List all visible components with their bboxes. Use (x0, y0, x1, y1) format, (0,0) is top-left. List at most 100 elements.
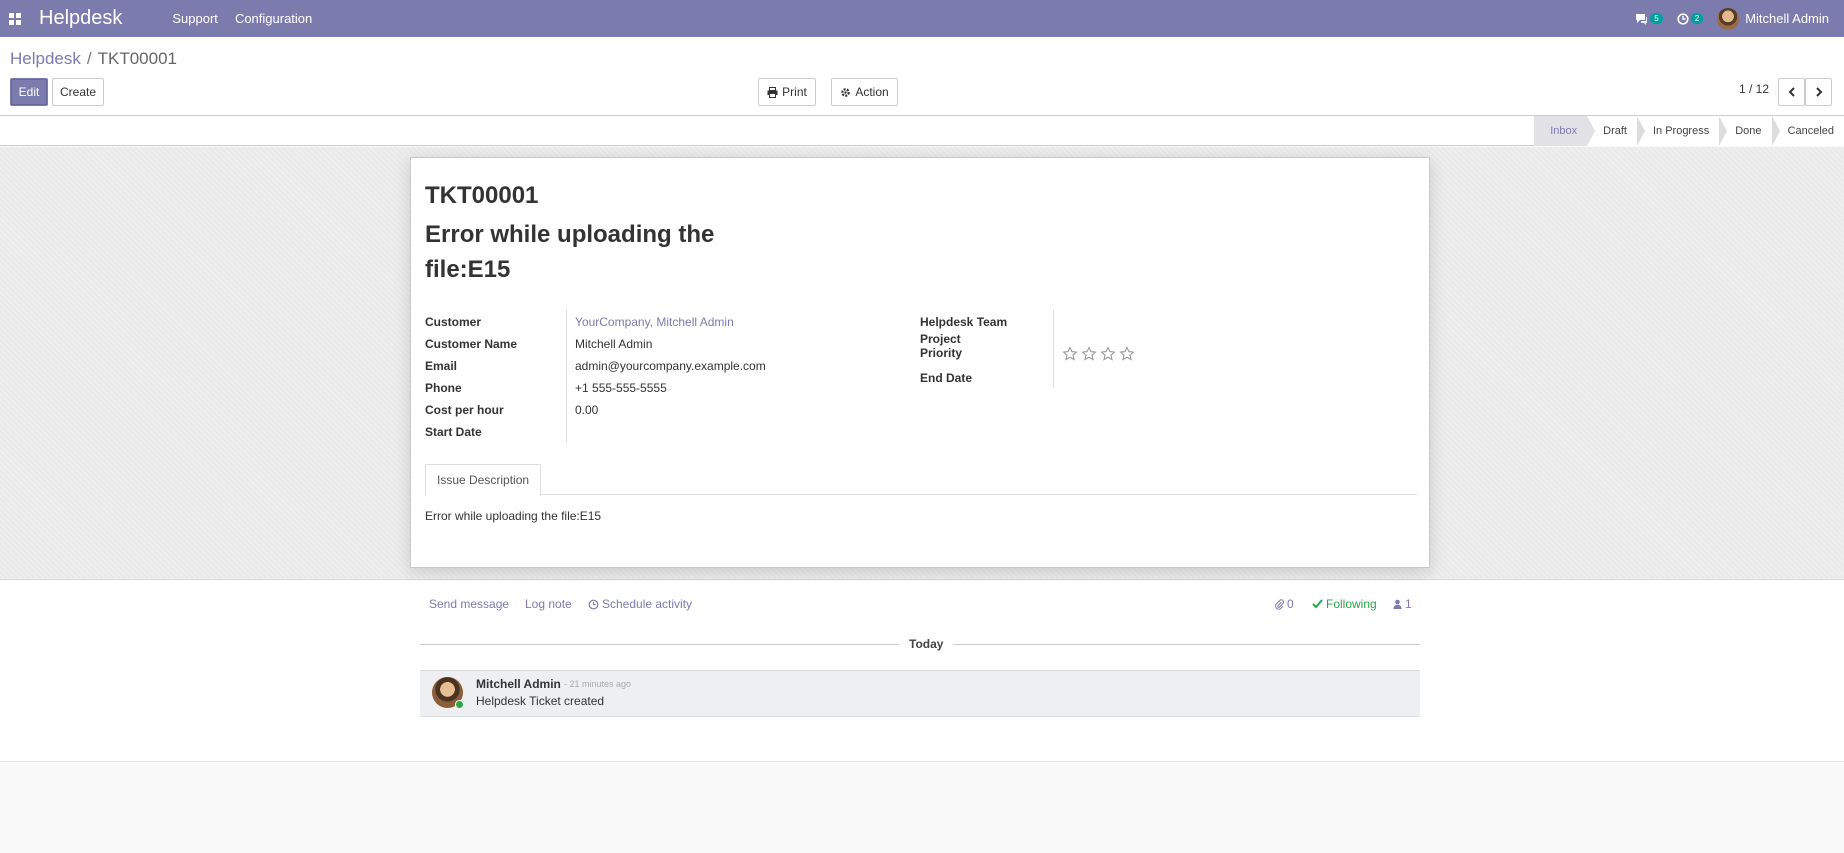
priority-star-icon[interactable] (1062, 346, 1078, 362)
stage-in-progress[interactable]: In Progress (1636, 116, 1728, 146)
app-brand[interactable]: Helpdesk (39, 7, 122, 30)
following-button[interactable]: Following (1312, 597, 1377, 611)
start-date-value (566, 420, 575, 442)
chatter: Send message Log note Schedule activity … (0, 581, 1844, 762)
field-row-helpdesk-team: Helpdesk Team (920, 310, 1135, 329)
stage-inbox[interactable]: Inbox (1534, 116, 1596, 146)
priority-star-icon[interactable] (1100, 346, 1116, 362)
email-label: Email (425, 359, 458, 373)
stage-canceled[interactable]: Canceled (1771, 116, 1844, 146)
notebook-tabs: Issue Description (425, 464, 1417, 496)
field-row-cost-per-hour: Cost per hour 0.00 (425, 398, 766, 420)
phone-value: +1 555-555-5555 (566, 376, 667, 398)
message-time: - 21 minutes ago (564, 679, 632, 689)
field-row-email: Email admin@yourcompany.example.com (425, 354, 766, 376)
attachments-button[interactable]: 0 (1275, 597, 1294, 611)
messaging-menu[interactable]: 5 (1635, 13, 1663, 25)
project-value (1053, 327, 1062, 344)
cost-per-hour-value: 0.00 (566, 398, 598, 420)
customer-value[interactable]: YourCompany, Mitchell Admin (566, 310, 734, 332)
breadcrumb-current: TKT00001 (97, 49, 177, 68)
print-button[interactable]: Print (758, 78, 816, 106)
following-label: Following (1326, 597, 1377, 611)
priority-label: Priority (920, 346, 963, 360)
activities-count-badge: 2 (1690, 13, 1704, 24)
right-field-group: Helpdesk Team Project Priority End Date (920, 310, 1135, 388)
attachments-count: 0 (1287, 597, 1294, 611)
priority-star-icon[interactable] (1119, 346, 1135, 362)
field-row-phone: Phone +1 555-555-5555 (425, 376, 766, 398)
top-navbar: Helpdesk Support Configuration 5 2 Mitch… (0, 0, 1844, 37)
apps-menu-icon[interactable] (5, 12, 25, 25)
helpdesk-team-label: Helpdesk Team (920, 315, 1008, 329)
form-statusbar: Inbox Draft In Progress Done Canceled (0, 116, 1844, 146)
field-row-end-date: End Date (920, 366, 1135, 388)
clock-icon (1677, 12, 1689, 25)
clock-icon (588, 599, 599, 609)
message-body: Helpdesk Ticket created (476, 694, 605, 708)
priority-star-icon[interactable] (1081, 346, 1097, 362)
field-row-customer-name: Customer Name Mitchell Admin (425, 332, 766, 354)
breadcrumb-separator: / (86, 49, 92, 68)
field-row-start-date: Start Date (425, 420, 766, 442)
messages-count-badge: 5 (1650, 13, 1663, 24)
activity-menu[interactable]: 2 (1677, 12, 1704, 25)
followers-button[interactable]: 1 (1393, 597, 1412, 611)
left-field-group: Customer YourCompany, Mitchell Admin Cus… (425, 310, 766, 442)
action-button[interactable]: Action (831, 78, 898, 106)
user-name: Mitchell Admin (1745, 11, 1829, 26)
online-status-icon (455, 700, 464, 709)
breadcrumb-parent[interactable]: Helpdesk (10, 49, 81, 69)
print-icon (767, 86, 778, 98)
chevron-right-icon (1815, 87, 1822, 97)
print-label: Print (782, 85, 807, 99)
message-author[interactable]: Mitchell Admin (476, 677, 561, 691)
priority-stars (1053, 344, 1135, 366)
edit-button[interactable]: Edit (10, 78, 48, 106)
chevron-left-icon (1788, 87, 1795, 97)
menu-item-configuration[interactable]: Configuration (235, 11, 312, 26)
start-date-label: Start Date (425, 425, 482, 439)
control-panel: Helpdesk / TKT00001 Edit Create Print Ac… (0, 37, 1844, 116)
phone-label: Phone (425, 381, 462, 395)
issue-description-content[interactable]: Error while uploading the file:E15 (425, 509, 601, 523)
customer-name-value: Mitchell Admin (566, 332, 652, 354)
field-row-priority: Priority (920, 344, 1135, 366)
date-separator-label: Today (899, 637, 954, 651)
gear-icon (841, 87, 851, 97)
page-background (0, 763, 1844, 853)
send-message-button[interactable]: Send message (429, 597, 509, 611)
user-menu[interactable]: Mitchell Admin (1717, 7, 1829, 30)
customer-label: Customer (425, 315, 482, 329)
chatter-topbar: Send message Log note Schedule activity … (420, 597, 1420, 617)
followers-count: 1 (1405, 597, 1412, 611)
ticket-title: Error while uploading the file:E15 (425, 221, 715, 283)
field-row-customer: Customer YourCompany, Mitchell Admin (425, 310, 766, 332)
user-icon (1393, 599, 1402, 609)
paperclip-icon (1275, 598, 1284, 610)
stage-pipeline: Inbox Draft In Progress Done Canceled (1534, 116, 1844, 146)
main-menu: Support Configuration (172, 11, 312, 26)
tab-issue-description[interactable]: Issue Description (425, 464, 542, 496)
comments-icon (1636, 13, 1648, 25)
form-sheet: TKT00001 Error while uploading the file:… (410, 157, 1430, 568)
schedule-activity-label: Schedule activity (602, 597, 693, 611)
check-icon (1312, 599, 1323, 609)
project-label: Project (920, 332, 961, 346)
pager-previous-button[interactable] (1778, 78, 1805, 106)
schedule-activity-button[interactable]: Schedule activity (588, 597, 692, 611)
end-date-label: End Date (920, 371, 973, 385)
pager-next-button[interactable] (1805, 78, 1832, 106)
field-row-project: Project (920, 327, 1135, 346)
email-value: admin@yourcompany.example.com (566, 354, 766, 376)
create-button[interactable]: Create (52, 78, 104, 106)
user-avatar (1717, 7, 1740, 30)
pager-value[interactable]: 1 / 12 (1739, 82, 1769, 96)
systray: 5 2 Mitchell Admin (1635, 0, 1829, 37)
chatter-message: Mitchell Admin - 21 minutes ago Helpdesk… (420, 670, 1420, 717)
menu-item-support[interactable]: Support (172, 11, 218, 26)
breadcrumb: Helpdesk / TKT00001 (10, 49, 177, 69)
ticket-number: TKT00001 (425, 182, 539, 209)
log-note-button[interactable]: Log note (525, 597, 572, 611)
customer-name-label: Customer Name (425, 337, 518, 351)
